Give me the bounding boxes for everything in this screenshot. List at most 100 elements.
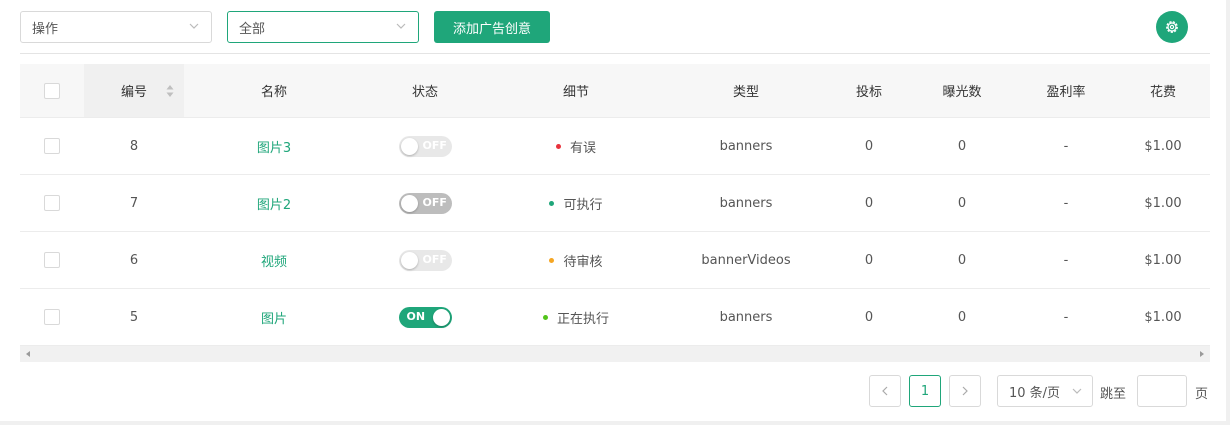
settings-button[interactable] [1156,11,1188,43]
chevron-right-icon [962,386,968,396]
page-unit-label: 页 [1195,387,1209,402]
scroll-left-icon[interactable] [24,350,32,358]
sort-icon[interactable] [166,84,174,98]
jump-page-input[interactable] [1137,375,1187,407]
toggle-knob [400,251,418,269]
action-select-value: 操作 [32,21,59,37]
toggle-label: OFF [422,138,447,152]
cell-profit-rate: - [1063,138,1069,154]
toolbar-divider [20,53,1210,54]
table-body: 8 图片3 OFF 有误 banners 0 0 - $1.00 7 图片2 OFF 可执行 banner… [20,118,1210,346]
header-select-cell [20,64,84,117]
cell-type: bannerVideos [701,252,791,268]
cell-status: ON [364,289,486,345]
cell-type: banners [719,195,773,211]
table-header: 编号 名称 状态 细节 类型 投标 曝光数 盈利率 花费 [20,64,1210,118]
cell-name: 图片 [184,289,364,345]
chevron-left-icon [882,386,888,396]
toggle-knob [400,137,418,155]
cell-profit-rate: - [1063,252,1069,268]
cell-select [20,232,84,288]
cell-profit-rate: - [1063,309,1069,325]
horizontal-scrollbar[interactable] [20,346,1210,362]
toggle-label: ON [406,309,426,323]
cell-cost: $1.00 [1144,309,1182,325]
cell-status: OFF [364,232,486,288]
next-page-button[interactable] [949,375,981,407]
cell-id: 8 [129,138,139,154]
header-type: 类型 [732,85,759,100]
bottom-border [0,421,1230,425]
cell-id: 5 [129,309,139,325]
add-creative-button[interactable]: 添加广告创意 [434,11,550,43]
scope-select-value: 全部 [239,21,266,37]
cell-name: 视频 [184,232,364,288]
cell-cost: $1.00 [1144,195,1182,211]
cell-select [20,289,84,345]
cell-impressions: 0 [957,195,967,211]
toggle-label: OFF [422,195,447,209]
row-checkbox[interactable] [44,252,60,268]
cell-detail: 可执行 [486,175,666,231]
cell-type: banners [719,138,773,154]
header-impressions: 曝光数 [942,85,982,100]
status-toggle[interactable]: OFF [398,135,452,157]
detail-text: 可执行 [563,197,603,213]
creative-name-link[interactable]: 视频 [261,251,287,270]
creative-name-link[interactable]: 图片2 [257,194,291,213]
cell-select [20,175,84,231]
status-dot [549,257,555,263]
gear-icon [1166,21,1178,33]
detail-text: 待审核 [563,254,603,270]
cell-status: OFF [364,175,486,231]
status-toggle[interactable]: ON [398,306,452,328]
status-toggle[interactable]: OFF [398,249,452,271]
status-dot [555,143,561,149]
cell-impressions: 0 [957,138,967,154]
chevron-down-icon [189,23,199,29]
action-select[interactable]: 操作 [20,11,212,43]
header-detail: 细节 [562,85,589,100]
right-border [1226,0,1230,425]
row-checkbox[interactable] [44,195,60,211]
cell-select [20,118,84,174]
cell-impressions: 0 [957,309,967,325]
cell-status: OFF [364,118,486,174]
header-id-label: 编号 [120,85,147,100]
header-name: 名称 [260,85,287,100]
page-number-button[interactable]: 1 [909,375,941,407]
toggle-knob [400,194,418,212]
page-size-select[interactable]: 10 条/页 [997,375,1093,407]
toolbar: 操作 全部 添加广告创意 [0,0,1230,54]
table-row: 5 图片 ON 正在执行 banners 0 0 - $1.00 [20,289,1210,346]
creative-name-link[interactable]: 图片 [261,308,287,327]
cell-bids: 0 [864,195,874,211]
prev-page-button[interactable] [869,375,901,407]
header-profit-rate: 盈利率 [1046,85,1086,100]
jump-label: 跳至 [1100,387,1127,402]
cell-bids: 0 [864,138,874,154]
row-checkbox[interactable] [44,138,60,154]
cell-impressions: 0 [957,252,967,268]
cell-id: 6 [129,252,139,268]
status-dot [542,314,548,320]
scroll-right-icon[interactable] [1198,350,1206,358]
cell-cost: $1.00 [1144,252,1182,268]
cell-detail: 待审核 [486,232,666,288]
creatives-table: 编号 名称 状态 细节 类型 投标 曝光数 盈利率 花费 8 图片3 OFF 有误 ba… [20,64,1210,346]
detail-text: 正在执行 [556,311,609,327]
toggle-knob [432,308,450,326]
table-row: 6 视频 OFF 待审核 bannerVideos 0 0 - $1.00 [20,232,1210,289]
cell-detail: 正在执行 [486,289,666,345]
header-cost: 花费 [1149,85,1176,100]
creative-name-link[interactable]: 图片3 [257,137,291,156]
scope-select[interactable]: 全部 [227,11,419,43]
row-checkbox[interactable] [44,309,60,325]
header-id[interactable]: 编号 [84,64,184,117]
toggle-label: OFF [422,252,447,266]
select-all-checkbox[interactable] [44,82,60,99]
status-toggle[interactable]: OFF [398,192,452,214]
cell-id: 7 [129,195,139,211]
cell-type: banners [719,309,773,325]
table-row: 8 图片3 OFF 有误 banners 0 0 - $1.00 [20,118,1210,175]
